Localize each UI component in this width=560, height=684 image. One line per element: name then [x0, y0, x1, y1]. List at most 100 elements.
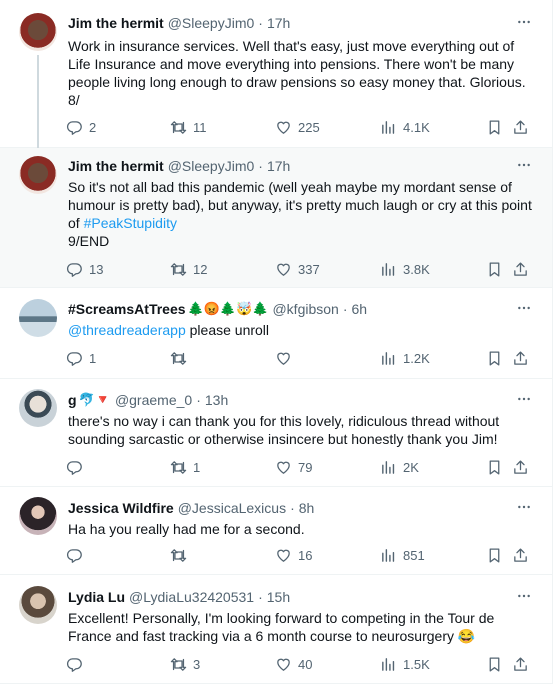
- avatar[interactable]: [19, 497, 57, 535]
- action-bar: 13 12 337 3.8K: [60, 259, 536, 279]
- author-handle[interactable]: @JessicaLexicus: [178, 499, 286, 517]
- more-icon[interactable]: [516, 499, 532, 515]
- author-handle[interactable]: @LydiaLu32420531: [129, 588, 254, 606]
- more-icon[interactable]: [516, 391, 532, 407]
- like-button[interactable]: 16: [275, 545, 312, 565]
- tweet-text-main: please unroll: [185, 322, 270, 338]
- retweet-icon: [170, 261, 187, 278]
- views-button[interactable]: 3.8K: [380, 259, 430, 279]
- tweet[interactable]: Jessica Wildfire @JessicaLexicus · 8h Ha…: [0, 487, 552, 575]
- retweet-count: 11: [193, 119, 207, 135]
- bookmark-button[interactable]: [486, 654, 503, 674]
- views-icon: [380, 547, 397, 564]
- share-button[interactable]: [512, 457, 529, 477]
- mention-link[interactable]: @threadreaderapp: [68, 322, 186, 338]
- share-icon: [512, 350, 529, 367]
- avatar[interactable]: [19, 389, 57, 427]
- author-name[interactable]: #ScreamsAtTrees: [68, 300, 186, 318]
- author-handle[interactable]: @graeme_0: [115, 391, 192, 409]
- avatar[interactable]: [19, 13, 57, 51]
- share-button[interactable]: [512, 117, 529, 137]
- reply-count: 2: [89, 119, 97, 135]
- retweet-button[interactable]: 3: [170, 654, 200, 674]
- share-button[interactable]: [512, 348, 529, 368]
- action-bar: 3 40 1.5K: [60, 654, 536, 674]
- timestamp[interactable]: 17h: [267, 157, 290, 175]
- author-name[interactable]: Lydia Lu: [68, 588, 125, 606]
- tweet-text: So it's not all bad this pandemic (well …: [68, 178, 532, 250]
- bookmark-icon: [486, 656, 503, 673]
- views-button[interactable]: 1.2K: [380, 348, 430, 368]
- reply-button[interactable]: [66, 457, 89, 477]
- like-icon: [275, 350, 292, 367]
- author-name[interactable]: Jessica Wildfire: [68, 499, 174, 517]
- tweet-text: Work in insurance services. Well that's …: [68, 38, 526, 108]
- reply-button[interactable]: 1: [66, 348, 96, 368]
- timestamp[interactable]: 17h: [267, 14, 290, 32]
- like-button[interactable]: [275, 348, 298, 368]
- like-icon: [275, 119, 292, 136]
- reply-icon: [66, 350, 83, 367]
- name-emojis: 🐬🔻: [78, 392, 111, 407]
- author-handle[interactable]: @SleepyJim0: [168, 14, 255, 32]
- timestamp[interactable]: 15h: [267, 588, 290, 606]
- bookmark-button[interactable]: [486, 259, 503, 279]
- reply-icon: [66, 459, 83, 476]
- views-count: 3.8K: [403, 261, 430, 277]
- views-button[interactable]: 2K: [380, 457, 419, 477]
- retweet-button[interactable]: 11: [170, 117, 207, 137]
- retweet-button[interactable]: 1: [170, 457, 200, 477]
- tweet[interactable]: Jim the hermit @SleepyJim0 · 17h So it's…: [0, 148, 552, 288]
- avatar[interactable]: [19, 156, 57, 194]
- reply-button[interactable]: 13: [66, 259, 103, 279]
- avatar[interactable]: [19, 299, 57, 337]
- timestamp[interactable]: 8h: [299, 499, 315, 517]
- author-name[interactable]: g: [68, 391, 77, 409]
- thread-end: 9/END: [68, 233, 110, 249]
- author-handle[interactable]: @kfgibson: [272, 300, 338, 318]
- reply-button[interactable]: [66, 654, 89, 674]
- reply-button[interactable]: 2: [66, 117, 96, 137]
- timestamp[interactable]: 13h: [205, 391, 228, 409]
- hashtag-link[interactable]: #PeakStupidity: [84, 215, 177, 231]
- bookmark-icon: [486, 261, 503, 278]
- author-name[interactable]: Jim the hermit: [68, 157, 164, 175]
- bookmark-button[interactable]: [486, 117, 503, 137]
- more-icon[interactable]: [516, 588, 532, 604]
- bookmark-button[interactable]: [486, 545, 503, 565]
- bookmark-button[interactable]: [486, 348, 503, 368]
- like-icon: [275, 459, 292, 476]
- timestamp[interactable]: 6h: [352, 300, 368, 318]
- retweet-button[interactable]: [170, 545, 193, 565]
- tweet[interactable]: Jim the hermit @SleepyJim0 · 17h Work in…: [0, 0, 552, 148]
- like-icon: [275, 656, 292, 673]
- like-button[interactable]: 225: [275, 117, 320, 137]
- share-button[interactable]: [512, 259, 529, 279]
- retweet-button[interactable]: 12: [170, 259, 207, 279]
- action-bar: 1 1.2K: [60, 348, 536, 368]
- retweet-button[interactable]: [170, 348, 193, 368]
- bookmark-button[interactable]: [486, 457, 503, 477]
- share-button[interactable]: [512, 545, 529, 565]
- views-button[interactable]: 851: [380, 545, 425, 565]
- share-button[interactable]: [512, 654, 529, 674]
- tweet-header: g 🐬🔻 @graeme_0 · 13h: [68, 391, 229, 409]
- more-icon[interactable]: [516, 157, 532, 173]
- like-button[interactable]: 79: [275, 457, 312, 477]
- tweet[interactable]: Lydia Lu @LydiaLu32420531 · 15h Excellen…: [0, 575, 552, 684]
- author-name[interactable]: Jim the hermit: [68, 14, 164, 32]
- avatar[interactable]: [19, 586, 57, 624]
- author-handle[interactable]: @SleepyJim0: [168, 157, 255, 175]
- views-button[interactable]: 4.1K: [380, 117, 430, 137]
- more-icon[interactable]: [516, 14, 532, 30]
- like-button[interactable]: 40: [275, 654, 312, 674]
- reply-icon: [66, 119, 83, 136]
- tweet[interactable]: #ScreamsAtTrees 🌲😡🌲🤯🌲 @kfgibson · 6h @th…: [0, 288, 552, 379]
- tweet[interactable]: g 🐬🔻 @graeme_0 · 13h there's no way i ca…: [0, 379, 552, 487]
- views-button[interactable]: 1.5K: [380, 654, 430, 674]
- more-icon[interactable]: [516, 300, 532, 316]
- action-bar: 1 79 2K: [60, 457, 536, 477]
- reply-button[interactable]: [66, 545, 89, 565]
- like-button[interactable]: 337: [275, 259, 320, 279]
- tweet-text: there's no way i can thank you for this …: [68, 413, 504, 447]
